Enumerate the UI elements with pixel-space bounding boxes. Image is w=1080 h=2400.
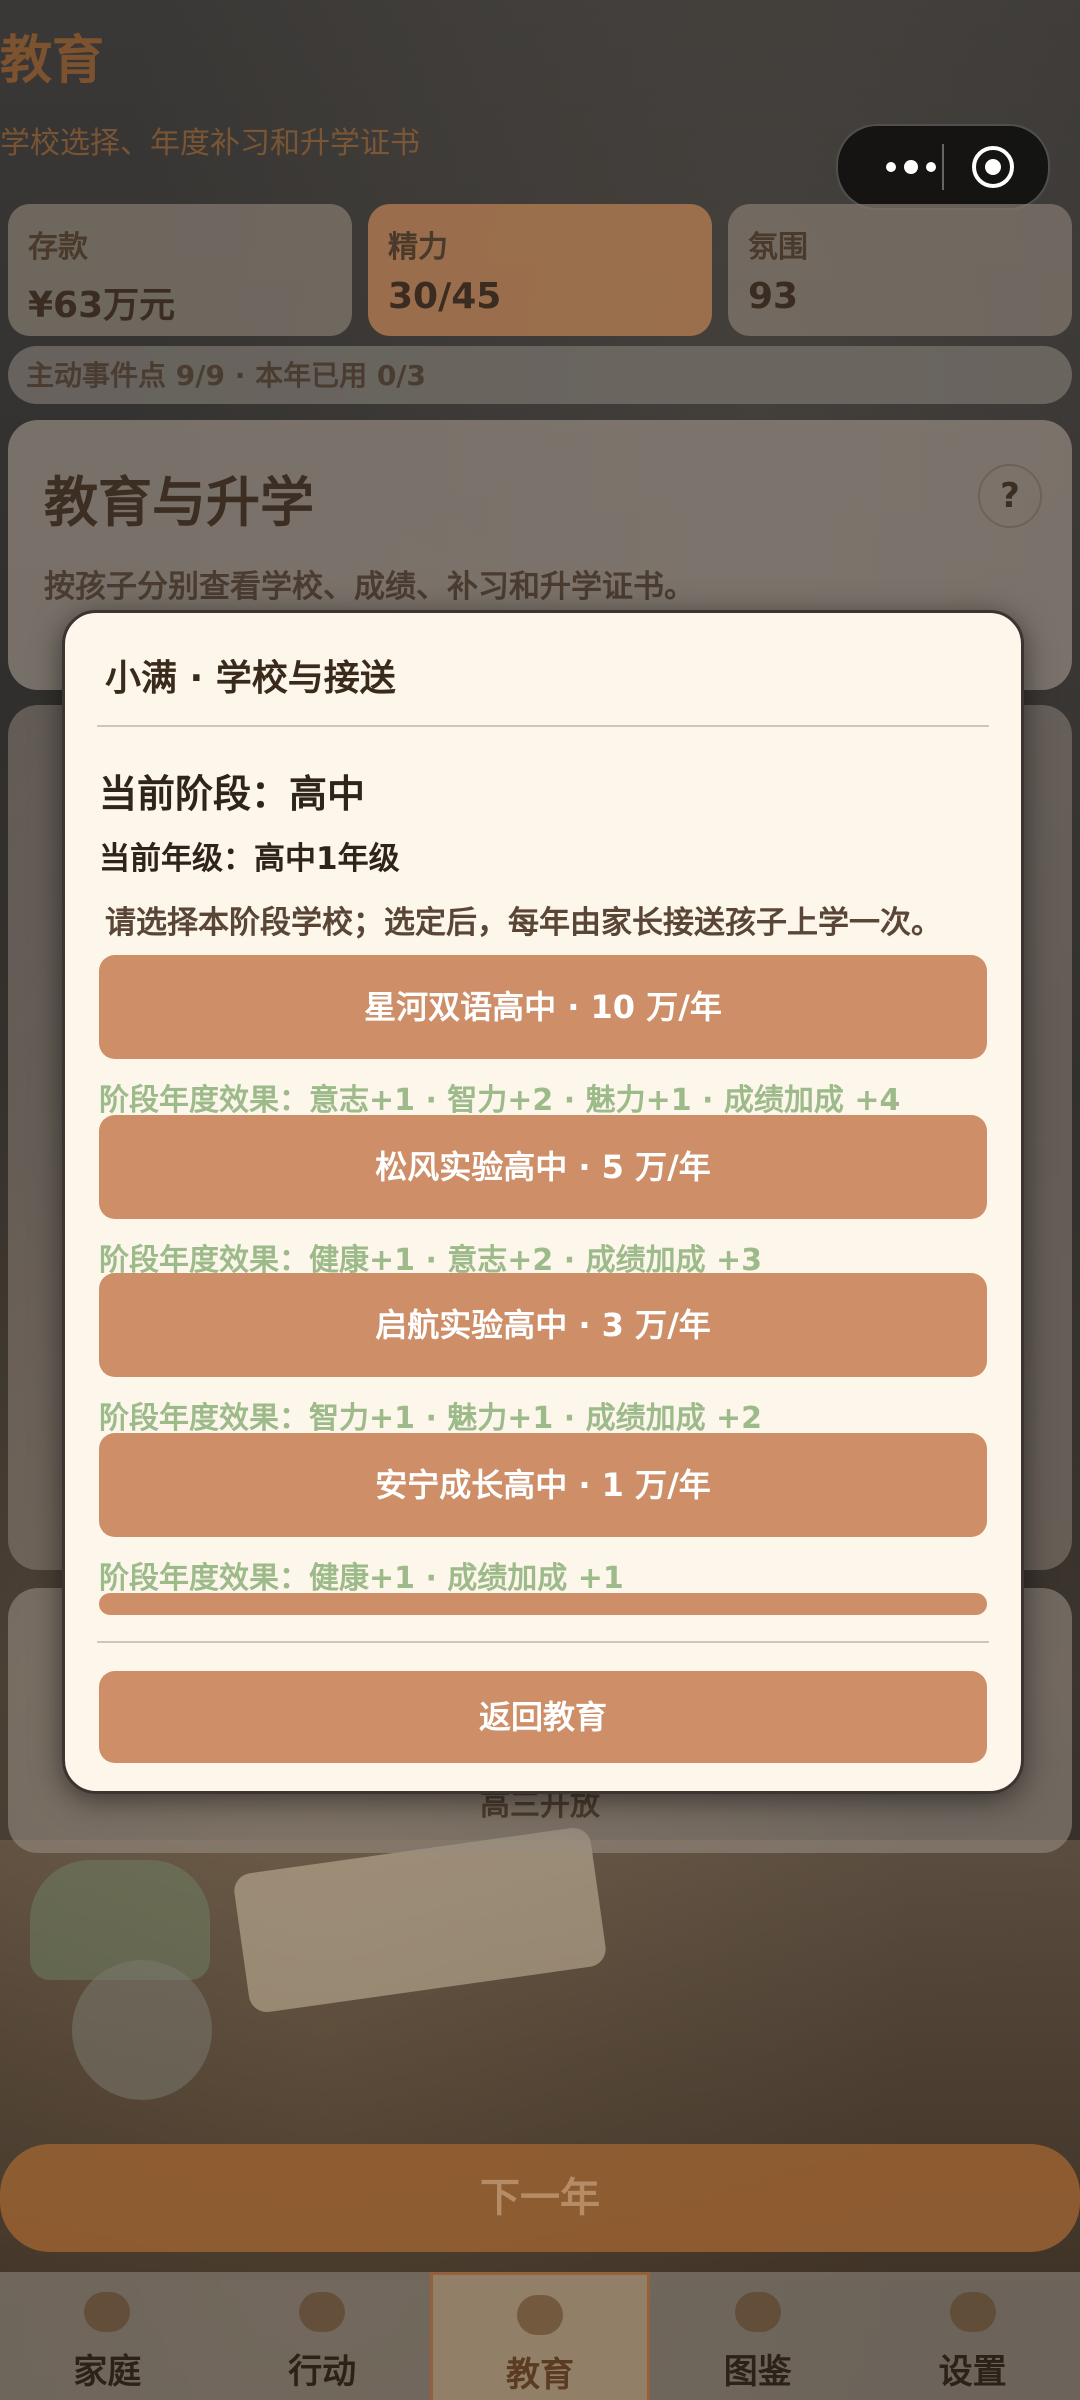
school-option-button[interactable]: 安宁成长高中 · 1 万/年 [99, 1433, 987, 1537]
school-option-partial[interactable] [99, 1593, 987, 1615]
current-grade: 当前年级：高中1年级 [99, 841, 400, 877]
divider [97, 725, 989, 727]
school-modal: 小满 · 学校与接送 当前阶段：高中 当前年级：高中1年级 请选择本阶段学校；选… [62, 610, 1024, 1794]
school-effect-text: 阶段年度效果：意志+1 · 智力+2 · 魅力+1 · 成绩加成 +4 [99, 1083, 901, 1118]
school-option-button[interactable]: 松风实验高中 · 5 万/年 [99, 1115, 987, 1219]
divider [97, 1641, 989, 1643]
school-option-button[interactable]: 启航实验高中 · 3 万/年 [99, 1273, 987, 1377]
school-option-button[interactable]: 星河双语高中 · 10 万/年 [99, 955, 987, 1059]
return-education-button[interactable]: 返回教育 [99, 1671, 987, 1763]
modal-description: 请选择本阶段学校；选定后，每年由家长接送孩子上学一次。 [105, 905, 942, 941]
school-effect-text: 阶段年度效果：健康+1 · 成绩加成 +1 [99, 1561, 624, 1596]
current-stage: 当前阶段：高中 [99, 772, 366, 816]
modal-title: 小满 · 学校与接送 [105, 658, 396, 699]
school-effect-text: 阶段年度效果：智力+1 · 魅力+1 · 成绩加成 +2 [99, 1401, 763, 1436]
